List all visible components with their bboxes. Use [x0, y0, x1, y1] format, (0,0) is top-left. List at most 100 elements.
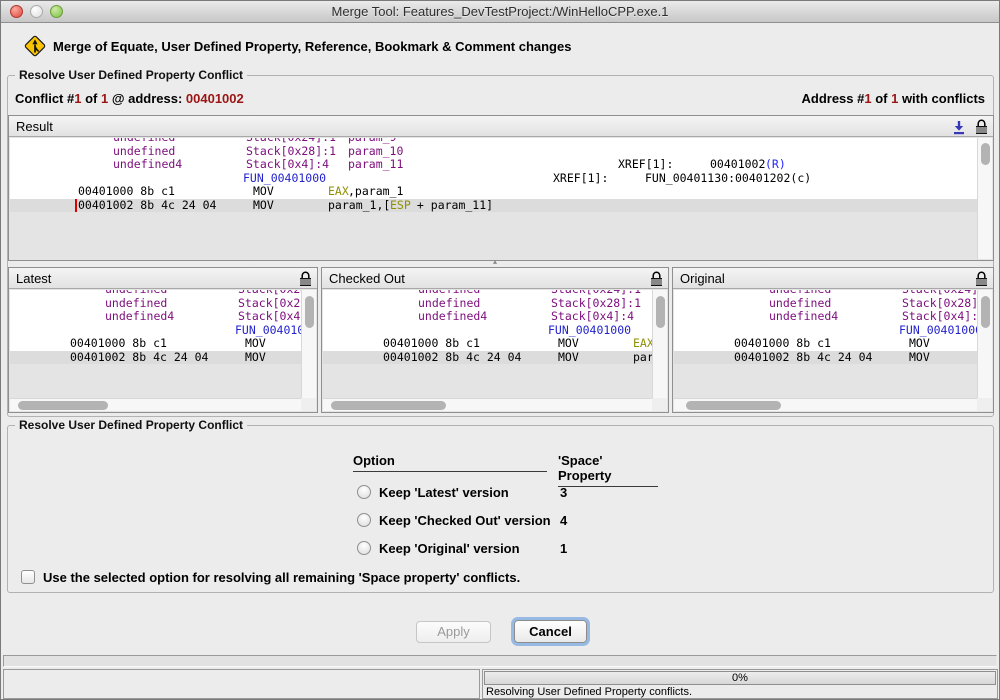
listing-row[interactable]: undefined4Stack[0x4]:4param_11XREF[1]:00… — [10, 158, 977, 172]
progress-bar: 0% — [484, 671, 996, 685]
listing-token-reg: EAX — [328, 185, 349, 199]
listing-token-stack: Stack[0x28]:1 — [238, 297, 301, 311]
split-divider-grip[interactable]: ▴ — [487, 258, 503, 266]
horizontal-scrollbar[interactable] — [10, 398, 301, 411]
listing-row[interactable]: undefinedStack[0x28]:1param_10 — [10, 145, 977, 159]
listing-token-type: undefined4 — [113, 158, 182, 172]
listing-row[interactable]: 00401000 8b c1MOVEAX,param_1 — [10, 337, 301, 351]
vertical-scrollbar-thumb[interactable] — [981, 296, 990, 328]
latest-listing: undefinedStack[0x24]:1param_9undefinedSt… — [10, 290, 301, 398]
result-panel: Result — [8, 115, 994, 261]
conflict-counter: Conflict #1 of 1 @ address: 00401002 — [15, 91, 244, 106]
option-value: 3 — [560, 485, 567, 500]
result-panel-header: Result — [9, 116, 993, 137]
horizontal-scrollbar[interactable] — [323, 398, 652, 411]
radio-keep-checked-out[interactable] — [357, 513, 371, 527]
listing-token-fun: FUN_00401000 — [243, 172, 326, 186]
listing-row[interactable]: FUN_00401000XREF[1]:FUN_00401130:0040120… — [10, 172, 977, 186]
listing-token-plain: MOV — [909, 351, 930, 365]
cancel-button[interactable]: Cancel — [514, 620, 587, 643]
status-message: Resolving User Defined Property conflict… — [486, 686, 692, 698]
apply-button[interactable]: Apply — [416, 621, 491, 643]
radio-keep-original[interactable] — [357, 541, 371, 555]
vertical-scrollbar-thumb[interactable] — [981, 143, 990, 165]
listing-row[interactable]: FUN_00401000XREF[1]:FUN_00401130:0040120… — [323, 324, 652, 338]
vertical-scrollbar[interactable] — [652, 290, 667, 398]
option-value: 1 — [560, 541, 567, 556]
option-row-latest: Keep 'Latest' version 3 — [353, 484, 683, 502]
listing-row[interactable]: 00401002 8b 4c 24 04MOVparam_1,[ESP + pa… — [674, 351, 977, 365]
vertical-scrollbar[interactable] — [977, 290, 992, 398]
listing-row[interactable]: 00401002 8b 4c 24 04MOVparam_1,[ESP + pa… — [10, 351, 301, 365]
listing-token-type: undefined4 — [418, 310, 487, 324]
listing-token-plain: 00401002 8b 4c 24 04 — [70, 351, 208, 365]
titlebar[interactable]: Merge Tool: Features_DevTestProject:/Win… — [1, 1, 999, 23]
listing-row[interactable]: undefined4Stack[0x4]:4param_11XREF[1]:00… — [10, 310, 301, 324]
apply-to-all-checkbox[interactable] — [21, 570, 35, 584]
go-to-bottom-icon[interactable] — [952, 120, 966, 135]
listing-row[interactable]: 00401002 8b 4c 24 04MOVparam_1,[ESP + pa… — [323, 351, 652, 365]
listing-token-plain: 00401002 8b 4c 24 04 — [78, 199, 216, 213]
horizontal-scrollbar-thumb[interactable] — [331, 401, 446, 410]
radio-keep-latest[interactable] — [357, 485, 371, 499]
listing-token-stack: Stack[0x28]:1 — [246, 145, 336, 159]
horizontal-scrollbar[interactable] — [674, 398, 977, 411]
horizontal-scrollbar-thumb[interactable] — [686, 401, 781, 410]
listing-row[interactable]: FUN_00401000XREF[1]:FUN_00401130:0040120… — [10, 324, 301, 338]
listing-row[interactable]: 00401000 8b c1MOVEAX,param_1 — [323, 337, 652, 351]
conflict-address: 00401002 — [186, 91, 244, 106]
vertical-scrollbar-thumb[interactable] — [305, 296, 314, 328]
panel-title: Latest — [16, 268, 51, 289]
listing-token-stack: Stack[0x4]:4 — [902, 310, 977, 324]
listing-row[interactable]: undefined4Stack[0x4]:4param_11XREF[1]:00… — [674, 310, 977, 324]
listing-row[interactable]: undefinedStack[0x28]:1param_10 — [323, 297, 652, 311]
original-listing: undefinedStack[0x24]:1param_9undefinedSt… — [674, 290, 977, 398]
listing-token-plain: 00401002 — [710, 158, 765, 172]
listing-token-plain: 00401000 8b c1 — [78, 185, 175, 199]
listing-token-plain: MOV — [558, 351, 579, 365]
merge-tool-window: Merge Tool: Features_DevTestProject:/Win… — [0, 0, 1000, 700]
listing-row[interactable]: undefinedStack[0x28]:1param_10 — [10, 297, 301, 311]
option-label: Keep 'Latest' version — [379, 485, 509, 500]
listing-row[interactable]: 00401000 8b c1 MOV EAX,param_1 — [10, 185, 977, 199]
listing-token-plain: 00401000 8b c1 — [383, 337, 480, 351]
listing-token-blue: (R) — [765, 158, 786, 172]
listing-token-plain: 00401000 8b c1 — [70, 337, 167, 351]
lock-icon[interactable] — [650, 271, 663, 287]
apply-to-all-label: Use the selected option for resolving al… — [43, 570, 520, 585]
listing-token-plain: ,param_1 — [348, 185, 403, 199]
listing-token-type: undefined4 — [105, 310, 174, 324]
group-title: Resolve User Defined Property Conflict — [15, 68, 247, 82]
listing-token-type: undefined4 — [769, 310, 838, 324]
panel-title: Result — [16, 116, 53, 137]
checked-out-panel-header: Checked Out — [322, 268, 668, 289]
listing-row[interactable]: undefined4Stack[0x4]:4param_11XREF[1]:00… — [323, 310, 652, 324]
cursor-caret — [75, 199, 77, 212]
vertical-scrollbar[interactable] — [301, 290, 316, 398]
merge-sign-icon — [23, 34, 47, 58]
result-listing: undefinedStack[0x24]:1param_9undefinedSt… — [10, 138, 977, 259]
listing-token-type: undefined — [113, 145, 175, 159]
listing-token-fun: FUN_00401000 — [548, 324, 631, 338]
status-left-panel — [3, 669, 480, 699]
listing-row[interactable]: FUN_00401000XREF[1]:FUN_00401130:0040120… — [674, 324, 977, 338]
scrollbar-corner — [977, 398, 992, 411]
listing-token-plain: 00401000 8b c1 — [734, 337, 831, 351]
vertical-scrollbar-thumb[interactable] — [656, 296, 665, 328]
horizontal-scrollbar-thumb[interactable] — [18, 401, 108, 410]
listing-token-plain: param_1,[ — [328, 199, 390, 213]
listing-token-type: undefined — [418, 297, 480, 311]
listing-token-type: undefined — [105, 297, 167, 311]
listing-row[interactable]: undefinedStack[0x28]:1param_10 — [674, 297, 977, 311]
listing-token-plain: MOV — [253, 185, 274, 199]
vertical-scrollbar[interactable] — [977, 138, 992, 259]
group-title: Resolve User Defined Property Conflict — [15, 418, 247, 432]
listing-row[interactable]: 00401002 8b 4c 24 04MOVparam_1,[ESP + pa… — [10, 199, 977, 213]
listing-token-plain: MOV — [558, 337, 579, 351]
lock-icon[interactable] — [975, 119, 988, 135]
status-right-panel: 0% Resolving User Defined Property confl… — [482, 669, 998, 699]
listing-row[interactable]: 00401000 8b c1MOVEAX,param_1 — [674, 337, 977, 351]
lock-icon[interactable] — [299, 271, 312, 287]
lock-icon[interactable] — [975, 271, 988, 287]
listing-token-plain: MOV — [245, 351, 266, 365]
